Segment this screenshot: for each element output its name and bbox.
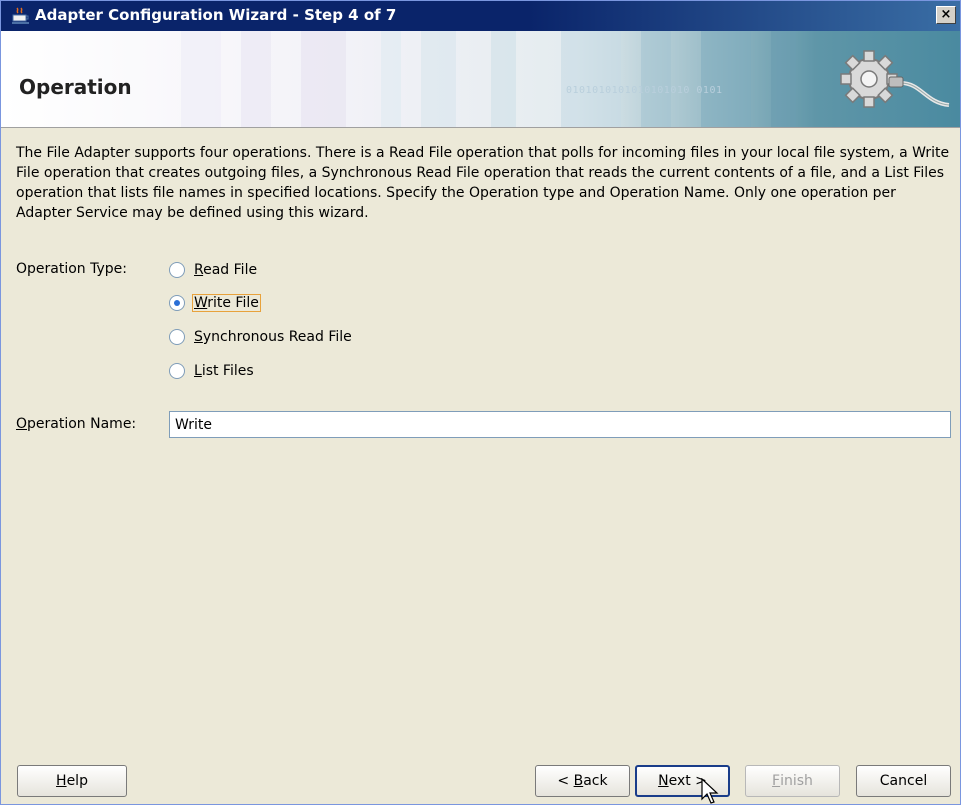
radio-label: Write File	[192, 294, 261, 312]
operation-name-label: Operation Name:	[16, 416, 137, 432]
wizard-content: The File Adapter supports four operation…	[1, 128, 960, 748]
back-button[interactable]: < Back	[535, 765, 630, 797]
help-button[interactable]: Help	[17, 765, 127, 797]
mouse-pointer-icon	[701, 778, 719, 804]
gear-plug-icon	[840, 50, 950, 108]
banner-graphic	[1, 31, 960, 127]
operation-type-label: Operation Type:	[16, 261, 127, 277]
close-button[interactable]: ×	[936, 6, 956, 24]
wizard-window: Adapter Configuration Wizard - Step 4 of…	[0, 0, 961, 805]
radio-synchronous-read-file[interactable]: Synchronous Read File	[169, 326, 354, 348]
radio-button[interactable]	[169, 329, 185, 345]
radio-button[interactable]	[169, 262, 185, 278]
header-banner: 0101010101010101010 0101 Operation	[1, 31, 960, 128]
banner-binary-text: 0101010101010101010 0101	[566, 85, 723, 96]
instructions-text: The File Adapter supports four operation…	[16, 145, 950, 221]
operation-name-input[interactable]	[169, 411, 951, 438]
window-title: Adapter Configuration Wizard - Step 4 of…	[35, 6, 397, 24]
radio-label: Synchronous Read File	[194, 329, 352, 345]
radio-button[interactable]	[169, 363, 185, 379]
coffee-cup-icon	[12, 7, 29, 24]
page-heading: Operation	[19, 75, 132, 99]
radio-write-file[interactable]: Write File	[169, 292, 261, 314]
radio-button-selected[interactable]	[169, 295, 185, 311]
finish-button[interactable]: Finish	[745, 765, 840, 797]
radio-list-files[interactable]: List Files	[169, 360, 256, 382]
cancel-button[interactable]: Cancel	[856, 765, 951, 797]
close-icon: ×	[940, 7, 952, 22]
radio-read-file[interactable]: Read File	[169, 259, 259, 281]
title-bar[interactable]: Adapter Configuration Wizard - Step 4 of…	[1, 1, 960, 31]
radio-label: Read File	[194, 262, 258, 278]
radio-label: List Files	[194, 363, 254, 379]
